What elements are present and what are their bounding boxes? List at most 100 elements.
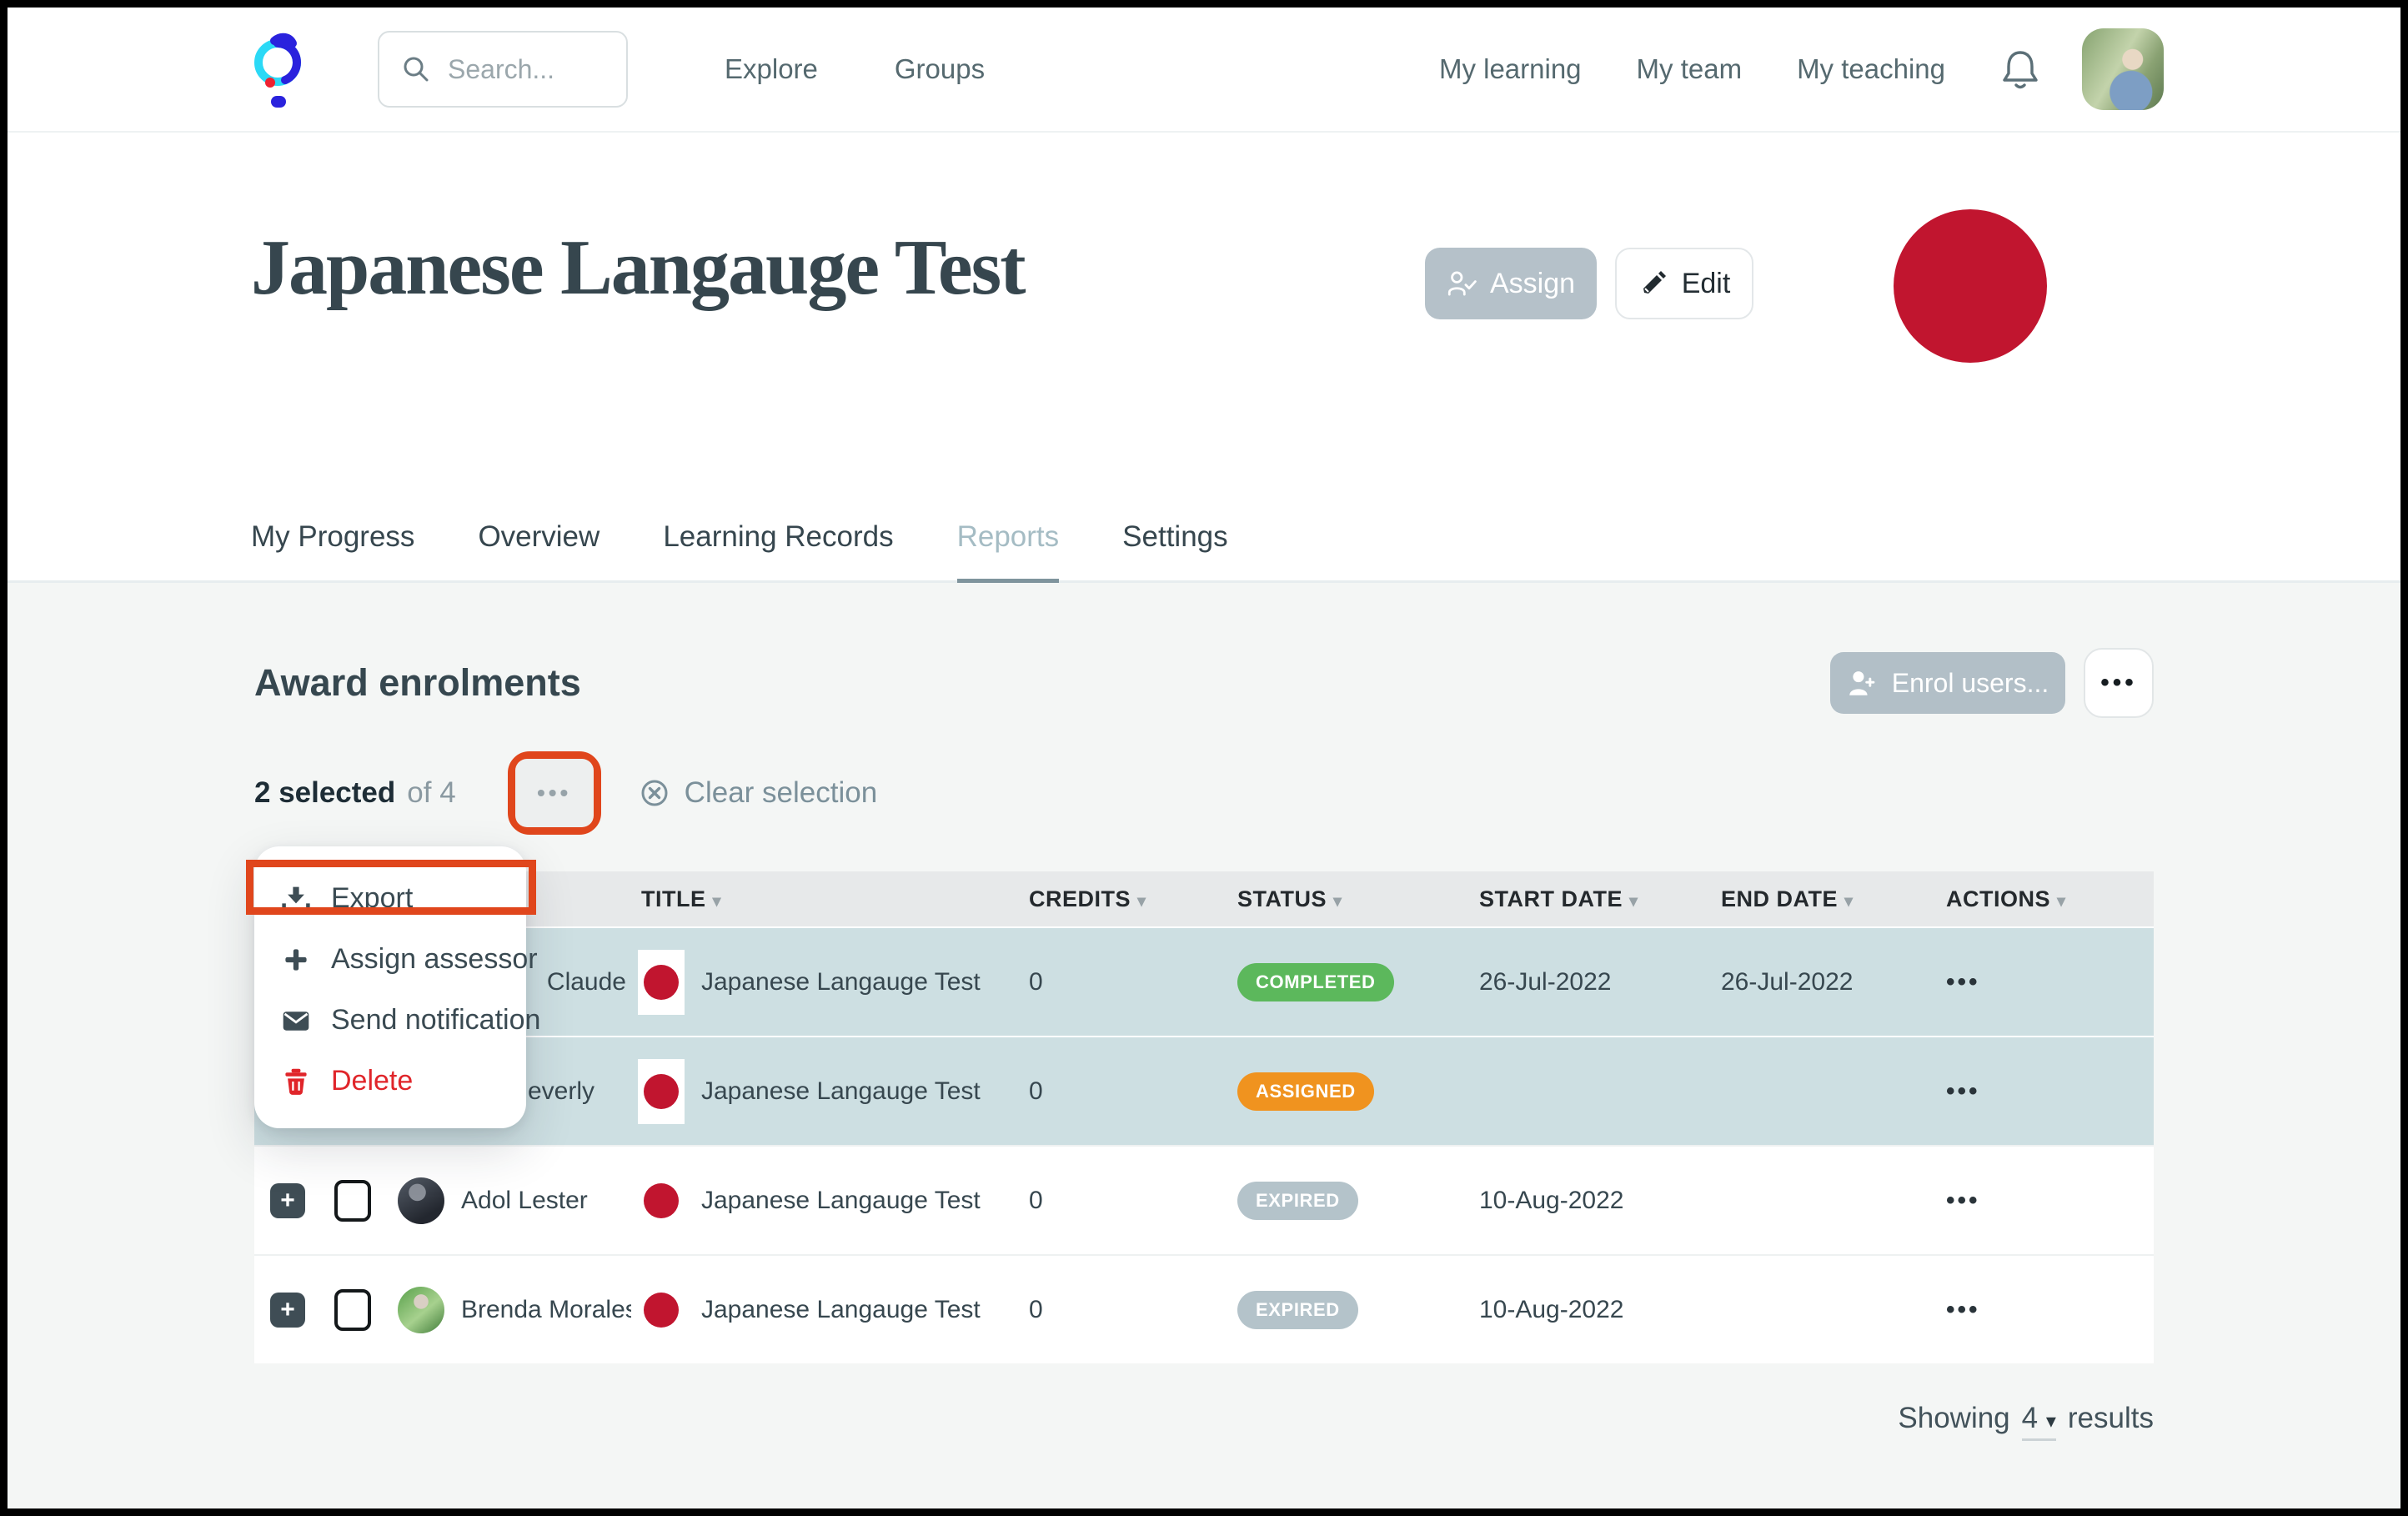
tab-overview[interactable]: Overview: [478, 520, 599, 585]
search-icon: [401, 54, 431, 84]
trash-icon: [281, 1067, 311, 1097]
circle-x-icon: [640, 778, 670, 808]
tab-settings[interactable]: Settings: [1122, 520, 1227, 585]
sort-arrow-icon: ▾: [713, 892, 722, 911]
row-actions-button[interactable]: •••: [1936, 1187, 2154, 1215]
status-badge: ASSIGNED: [1237, 1072, 1374, 1111]
column-header-title[interactable]: TITLE▾: [631, 886, 1019, 912]
row-actions-button[interactable]: •••: [1936, 1077, 2154, 1106]
end-date: 26-Jul-2022: [1711, 968, 1936, 996]
sort-arrow-icon: ▾: [1629, 892, 1638, 911]
menu-item-delete[interactable]: Delete: [254, 1051, 526, 1112]
column-header-start-date[interactable]: START DATE▾: [1469, 886, 1711, 912]
tab-learning-records[interactable]: Learning Records: [663, 520, 893, 585]
course-thumbnail: [638, 950, 685, 1015]
nav-link-my-team[interactable]: My team: [1637, 53, 1743, 85]
column-header-credits[interactable]: CREDITS▾: [1019, 886, 1227, 912]
tab-bar: My Progress Overview Learning Records Re…: [8, 520, 2400, 583]
japan-flag-icon: [644, 1293, 679, 1328]
edit-label: Edit: [1682, 268, 1731, 300]
expand-row-button[interactable]: +: [270, 1293, 305, 1328]
person-check-icon: [1447, 269, 1477, 299]
pencil-icon: [1638, 269, 1668, 299]
menu-item-export[interactable]: Export: [254, 868, 526, 929]
sort-arrow-icon: ▾: [2057, 892, 2066, 911]
chevron-down-icon: ▾: [2046, 1410, 2056, 1433]
enrol-users-label: Enrol users...: [1892, 668, 2049, 699]
column-header-status[interactable]: STATUS▾: [1227, 886, 1469, 912]
results-label: results: [2068, 1402, 2154, 1435]
menu-item-label: Delete: [331, 1065, 413, 1097]
download-icon: [281, 884, 311, 914]
table-row[interactable]: + Adol Lester Japanese Langauge Test 0 E…: [254, 1145, 2154, 1254]
row-actions-button[interactable]: •••: [1936, 968, 2154, 996]
menu-item-assign-assessor[interactable]: Assign assessor: [254, 929, 526, 990]
nav-link-explore[interactable]: Explore: [725, 53, 818, 85]
results-footer: Showing 4 ▾ results: [254, 1402, 2154, 1441]
course-image-japan-flag: [1894, 209, 2047, 363]
course-title: Japanese Langauge Test: [701, 1077, 981, 1106]
bulk-actions-more-button[interactable]: •••: [515, 759, 594, 827]
tab-my-progress[interactable]: My Progress: [251, 520, 414, 585]
clear-selection-label: Clear selection: [685, 776, 878, 810]
menu-item-send-notification[interactable]: Send notification: [254, 990, 526, 1051]
course-header: Japanese Langauge Test Assign Edit: [8, 133, 2400, 583]
japan-flag-icon: [644, 1074, 679, 1109]
start-date: 26-Jul-2022: [1469, 968, 1711, 996]
nav-right-group: My learning My team My teaching: [1439, 28, 2164, 110]
column-header-actions[interactable]: ACTIONS▾: [1936, 886, 2154, 912]
annotation-highlight-ring: •••: [508, 751, 601, 835]
status-badge: COMPLETED: [1237, 963, 1394, 1001]
nav-link-my-teaching[interactable]: My teaching: [1797, 53, 1945, 85]
learner-name: Adol Lester: [461, 1187, 631, 1215]
app-window: Explore Groups My learning My team My te…: [0, 0, 2408, 1516]
credits-value: 0: [1019, 968, 1227, 996]
japan-flag-icon: [644, 1183, 679, 1218]
nav-link-groups[interactable]: Groups: [895, 53, 985, 85]
menu-item-label: Assign assessor: [331, 943, 538, 976]
selection-toolbar: 2 selected of 4 ••• Clear selection: [254, 751, 2154, 835]
sort-arrow-icon: ▾: [1844, 892, 1854, 911]
edit-button[interactable]: Edit: [1615, 248, 1753, 319]
course-thumbnail: [638, 1059, 685, 1124]
status-badge: EXPIRED: [1237, 1291, 1358, 1329]
expand-row-button[interactable]: +: [270, 1183, 305, 1218]
sort-arrow-icon: ▾: [1137, 892, 1146, 911]
row-checkbox[interactable]: [334, 1180, 371, 1222]
course-title: Japanese Langauge Test: [701, 968, 981, 996]
enrolments-table: TITLE▾ CREDITS▾ STATUS▾ START DATE▾ END …: [254, 871, 2154, 1363]
section-more-button[interactable]: •••: [2084, 648, 2154, 718]
top-navbar: Explore Groups My learning My team My te…: [8, 8, 2400, 133]
status-badge: EXPIRED: [1237, 1182, 1358, 1220]
selected-of-total: of 4: [407, 776, 455, 810]
ellipsis-icon: •••: [537, 780, 571, 806]
assign-button[interactable]: Assign: [1425, 248, 1597, 319]
start-date: 10-Aug-2022: [1469, 1187, 1711, 1215]
page-size-dropdown[interactable]: 4 ▾: [2022, 1402, 2056, 1441]
envelope-icon: [281, 1006, 311, 1036]
row-checkbox[interactable]: [334, 1289, 371, 1331]
column-header-end-date[interactable]: END DATE▾: [1711, 886, 1936, 912]
credits-value: 0: [1019, 1187, 1227, 1215]
table-header: TITLE▾ CREDITS▾ STATUS▾ START DATE▾ END …: [254, 871, 2154, 926]
table-row[interactable]: + Brenda Morales Japanese Langauge Test …: [254, 1254, 2154, 1363]
clear-selection-button[interactable]: Clear selection: [640, 776, 878, 810]
bulk-actions-menu: Export Assign assessor Send notification: [254, 846, 526, 1128]
sort-arrow-icon: ▾: [1333, 892, 1342, 911]
section-heading: Award enrolments: [254, 661, 581, 705]
notifications-bell-icon[interactable]: [2000, 48, 2040, 91]
enrol-users-button[interactable]: Enrol users...: [1830, 652, 2065, 714]
person-plus-icon: [1847, 668, 1877, 698]
japan-flag-icon: [644, 965, 679, 1000]
learner-name: Brenda Morales: [461, 1296, 631, 1324]
row-actions-button[interactable]: •••: [1936, 1296, 2154, 1324]
course-thumbnail: [638, 1278, 685, 1343]
search-box[interactable]: [378, 31, 628, 108]
tab-reports[interactable]: Reports: [957, 520, 1060, 585]
credits-value: 0: [1019, 1296, 1227, 1324]
user-avatar[interactable]: [2082, 28, 2164, 110]
table-row[interactable]: + everly Japanese Langauge Test 0 ASSIGN…: [254, 1036, 2154, 1145]
assign-label: Assign: [1490, 268, 1575, 300]
nav-link-my-learning[interactable]: My learning: [1439, 53, 1582, 85]
search-input[interactable]: [448, 54, 589, 85]
